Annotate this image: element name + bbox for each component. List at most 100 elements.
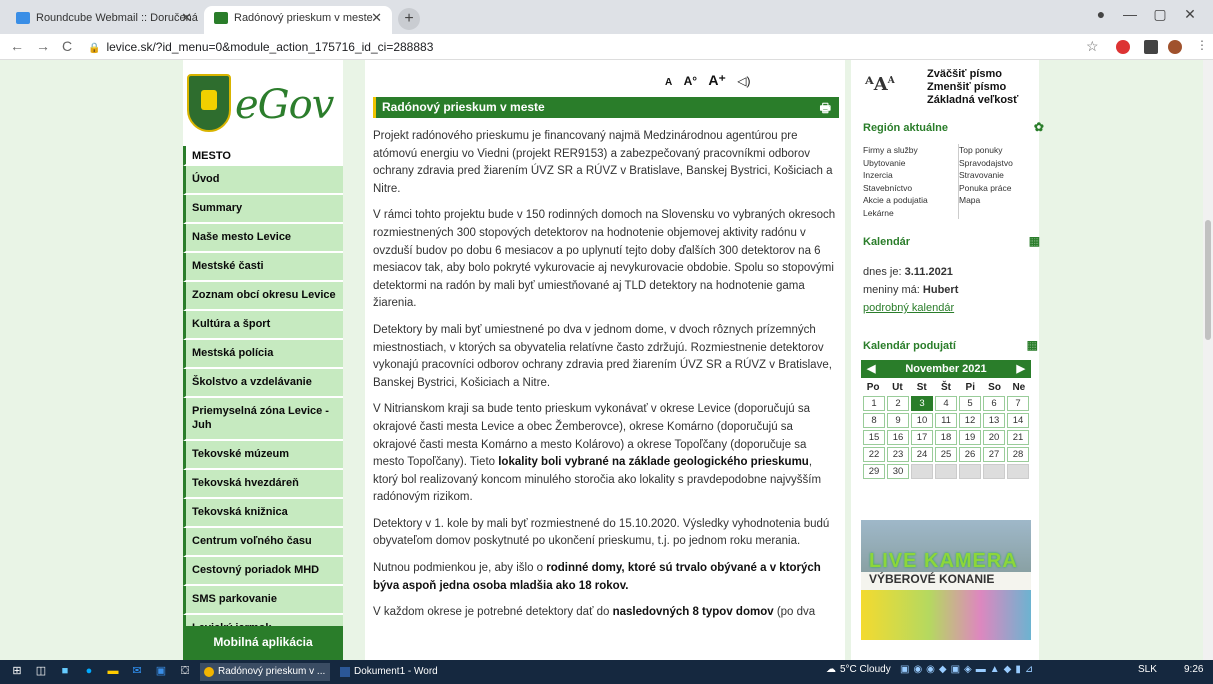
browser-tab-radon[interactable]: Radónový prieskum v meste ✕ [204,6,392,34]
windows-start-icon[interactable]: ⊞ [10,664,24,678]
browser-menu-icon[interactable]: ⋮ [1196,38,1208,52]
region-link[interactable]: Inzercia [863,169,954,182]
menu-item[interactable]: Tekovské múzeum [183,441,343,470]
calendar-day[interactable]: 6 [983,396,1005,411]
calendar-day[interactable]: 9 [887,413,909,428]
calendar-day[interactable]: 4 [935,396,957,411]
taskbar-app-word[interactable]: Dokument1 - Word [336,663,466,681]
scrollbar-thumb[interactable] [1205,220,1211,340]
file-explorer-icon[interactable]: ■ [58,664,72,678]
calendar-day[interactable]: 27 [983,447,1005,462]
store-icon[interactable]: ⛋ [178,664,192,678]
url-field[interactable]: 🔒 levice.sk/?id_menu=0&module_action_1757… [88,40,433,54]
calendar-day[interactable]: 17 [911,430,933,445]
adblock-extension-icon[interactable] [1116,40,1130,54]
region-link[interactable]: Ubytovanie [863,157,954,170]
menu-item[interactable]: Mestské časti [183,253,343,282]
region-link[interactable]: Spravodajstvo [959,157,1033,170]
calendar-day[interactable]: 2 [887,396,909,411]
region-link[interactable]: Stravovanie [959,169,1033,182]
profile-avatar[interactable] [1168,40,1182,54]
prev-month-button[interactable]: ◀ [867,360,875,378]
font-increase-button[interactable]: A⁺ [708,72,726,89]
menu-item[interactable]: Zoznam obcí okresu Levice [183,282,343,311]
calendar-day[interactable]: 16 [887,430,909,445]
bookmark-star-icon[interactable]: ☆ [1086,38,1099,55]
region-link[interactable]: Stavebníctvo [863,182,954,195]
speaker-icon[interactable]: ◁) [737,74,750,88]
calendar-day[interactable]: 15 [863,430,885,445]
mail-icon[interactable]: ✉ [130,664,144,678]
calendar-day[interactable]: 20 [983,430,1005,445]
next-month-button[interactable]: ▶ [1017,360,1025,378]
font-decrease-button[interactable]: A [665,77,672,88]
menu-item[interactable]: Úvod [183,166,343,195]
close-icon[interactable]: ✕ [371,6,382,30]
region-link[interactable]: Lekárne [863,207,954,220]
menu-item[interactable]: Priemyselná zóna Levice - Juh [183,398,343,441]
calendar-icon[interactable]: ▦ [1027,338,1038,352]
calendar-day[interactable]: 18 [935,430,957,445]
menu-item[interactable]: Mestská polícia [183,340,343,369]
language-indicator[interactable]: SLK [1138,664,1157,675]
calendar-day[interactable]: 25 [935,447,957,462]
calendar-day[interactable]: 22 [863,447,885,462]
reload-button[interactable]: C [62,38,72,54]
region-link[interactable]: Ponuka práce [959,182,1033,195]
taskbar-app-browser[interactable]: Radónový prieskum v ... [200,663,330,681]
calendar-day[interactable]: 1 [863,396,885,411]
calendar-day[interactable]: 11 [935,413,957,428]
calendar-day[interactable]: 24 [911,447,933,462]
calendar-day[interactable]: 13 [983,413,1005,428]
calendar-day[interactable]: 26 [959,447,981,462]
browser-tab-roundcube[interactable]: Roundcube Webmail :: Doručená ✕ [6,6,202,34]
egov-logo[interactable]: eGov [183,66,343,146]
tender-banner[interactable]: VÝBEROVÉ KONANIE [861,572,1031,640]
new-tab-button[interactable]: + [398,8,420,30]
menu-item[interactable]: Školstvo a vzdelávanie [183,369,343,398]
menu-item[interactable]: Naše mesto Levice [183,224,343,253]
forward-button[interactable]: → [36,38,50,54]
calendar-day[interactable]: 29 [863,464,885,479]
menu-item[interactable]: Cestovný poriadok MHD [183,557,343,586]
region-link[interactable]: Top ponuky [959,144,1033,157]
shrink-font-link[interactable]: Zmenšiť písmo [927,81,1018,94]
calendar-day[interactable]: 5 [959,396,981,411]
weather-icon[interactable]: ☁ [826,664,836,675]
weather-text[interactable]: 5°C Cloudy [840,664,891,675]
detail-calendar-link[interactable]: podrobný kalendár [863,302,954,314]
calendar-day[interactable]: 7 [1007,396,1029,411]
clock[interactable]: 9:26 [1184,664,1203,675]
font-reset-button[interactable]: A° [684,74,697,88]
calendar-day[interactable]: 14 [1007,413,1029,428]
menu-item[interactable]: Tekovská hvezdáreň [183,470,343,499]
menu-item[interactable]: Kultúra a šport [183,311,343,340]
default-font-link[interactable]: Základná veľkosť [927,94,1018,107]
calendar-day[interactable]: 21 [1007,430,1029,445]
calendar-day[interactable]: 19 [959,430,981,445]
menu-item[interactable]: Summary [183,195,343,224]
calendar-day[interactable]: 3 [911,396,933,411]
region-link[interactable]: Mapa [959,194,1033,207]
outlook-icon[interactable]: ▣ [154,664,168,678]
page-scrollbar[interactable] [1203,60,1213,660]
calendar-day[interactable]: 30 [887,464,909,479]
calendar-day[interactable]: 28 [1007,447,1029,462]
region-link[interactable]: Akcie a podujatia [863,194,954,207]
refresh-icon[interactable]: ✿ [1034,120,1044,134]
enlarge-font-link[interactable]: Zväčšiť písmo [927,68,1018,81]
tray-icons[interactable]: ▣◉◉◆▣◈▬▲◆▮⊿ [900,664,1037,675]
menu-item[interactable]: SMS parkovanie [183,586,343,615]
close-icon[interactable]: ✕ [181,6,192,30]
print-icon[interactable]: 🖶 [820,99,831,120]
mobile-app-button[interactable]: Mobilná aplikácia [183,626,343,660]
region-link[interactable]: Firmy a služby [863,144,954,157]
calendar-day[interactable]: 12 [959,413,981,428]
menu-item[interactable]: Tekovská knižnica [183,499,343,528]
close-window-button[interactable]: ✕ [1170,6,1210,23]
back-button[interactable]: ← [10,38,24,54]
edge-icon[interactable]: ● [82,664,96,678]
extensions-puzzle-icon[interactable] [1144,40,1158,54]
calendar-day[interactable]: 10 [911,413,933,428]
calendar-icon[interactable]: ▦ [1029,234,1040,248]
